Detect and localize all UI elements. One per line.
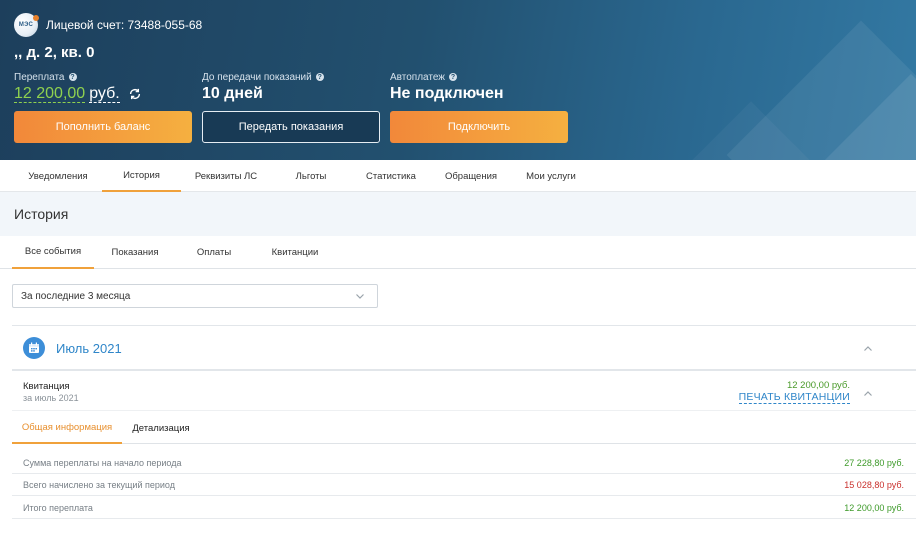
help-icon[interactable]: ? (68, 73, 77, 81)
detail-line-value: 12 200,00 руб. (844, 503, 904, 513)
month-label: Июль 2021 (56, 341, 122, 356)
account-tabs: Уведомления История Реквизиты ЛС Льготы … (0, 160, 916, 192)
tab-my-services[interactable]: Мои услуги (511, 160, 591, 192)
account-address: ,, д. 2, кв. 0 (14, 44, 95, 61)
overpay-stat: Переплата ? 12 200,00 руб. (14, 71, 142, 103)
detail-line-label: Итого переплата (23, 503, 93, 513)
tab-details[interactable]: Детализация (124, 413, 198, 444)
help-icon[interactable]: ? (315, 73, 324, 81)
tab-payments[interactable]: Оплаты (178, 236, 250, 269)
receipt-title: Квитанция (23, 381, 70, 392)
meter-deadline-stat: До передачи показаний ? 10 дней (202, 71, 324, 103)
meter-deadline-value: 10 дней (202, 85, 263, 102)
tab-benefits[interactable]: Льготы (271, 160, 351, 192)
meter-deadline-label: До передачи показаний (202, 71, 312, 83)
tab-requests[interactable]: Обращения (431, 160, 511, 192)
tab-all-events[interactable]: Все события (12, 236, 94, 269)
tab-account-details[interactable]: Реквизиты ЛС (181, 160, 271, 192)
overpay-currency: руб. (89, 85, 120, 103)
detail-line-value: 27 228,80 руб. (844, 458, 904, 468)
page-title: История (14, 206, 69, 222)
detail-line: Сумма переплаты на начало периода 27 228… (12, 451, 916, 474)
print-receipt-link[interactable]: ПЕЧАТЬ КВИТАНЦИИ (738, 391, 850, 404)
calendar-icon (23, 337, 45, 359)
tab-readings[interactable]: Показания (98, 236, 172, 269)
chevron-up-icon[interactable] (863, 390, 873, 398)
detail-line-label: Всего начислено за текущий период (23, 480, 175, 490)
overpay-label: Переплата (14, 71, 65, 83)
overpay-amount: 12 200,00 (14, 85, 86, 103)
detail-line: Итого переплата 12 200,00 руб. (12, 496, 916, 519)
section-header: История (0, 192, 916, 236)
account-number: Лицевой счет: 73488-055-68 (46, 18, 203, 32)
tab-history[interactable]: История (102, 160, 181, 192)
autopay-stat: Автоплатеж ? Не подключен (390, 71, 504, 103)
receipt-tabs: Общая информация Детализация (12, 413, 916, 444)
chevron-up-icon[interactable] (863, 345, 873, 353)
receipt-row: Квитанция за июль 2021 12 200,00 руб. ПЕ… (12, 373, 916, 411)
detail-line: Всего начислено за текущий период 15 028… (12, 473, 916, 496)
submit-readings-button[interactable]: Передать показания (202, 111, 380, 143)
account-header: МЭС Лицевой счет: 73488-055-68 ,, д. 2, … (0, 0, 916, 160)
detail-line-value: 15 028,80 руб. (844, 480, 904, 490)
month-group-header[interactable]: Июль 2021 (12, 326, 916, 371)
tab-receipts[interactable]: Квитанции (258, 236, 332, 269)
tab-notifications[interactable]: Уведомления (14, 160, 102, 192)
tab-statistics[interactable]: Статистика (351, 160, 431, 192)
chevron-down-icon (356, 294, 364, 299)
tab-general-info[interactable]: Общая информация (12, 413, 122, 444)
refresh-icon[interactable] (128, 87, 142, 101)
company-logo[interactable]: МЭС (14, 13, 39, 37)
period-select-value: За последние 3 месяца (21, 290, 131, 302)
top-up-balance-button[interactable]: Пополнить баланс (14, 111, 192, 143)
autopay-label: Автоплатеж (390, 71, 445, 83)
receipt-period: за июль 2021 (23, 393, 79, 403)
period-select[interactable]: За последние 3 месяца (12, 284, 378, 308)
autopay-value: Не подключен (390, 85, 504, 102)
history-filter-tabs: Все события Показания Оплаты Квитанции (0, 236, 916, 269)
connect-autopay-button[interactable]: Подключить (390, 111, 568, 143)
logo-text: МЭС (18, 22, 34, 28)
help-icon[interactable]: ? (449, 73, 457, 81)
receipt-amount: 12 200,00 руб. (786, 380, 850, 391)
detail-line-label: Сумма переплаты на начало периода (23, 458, 182, 468)
